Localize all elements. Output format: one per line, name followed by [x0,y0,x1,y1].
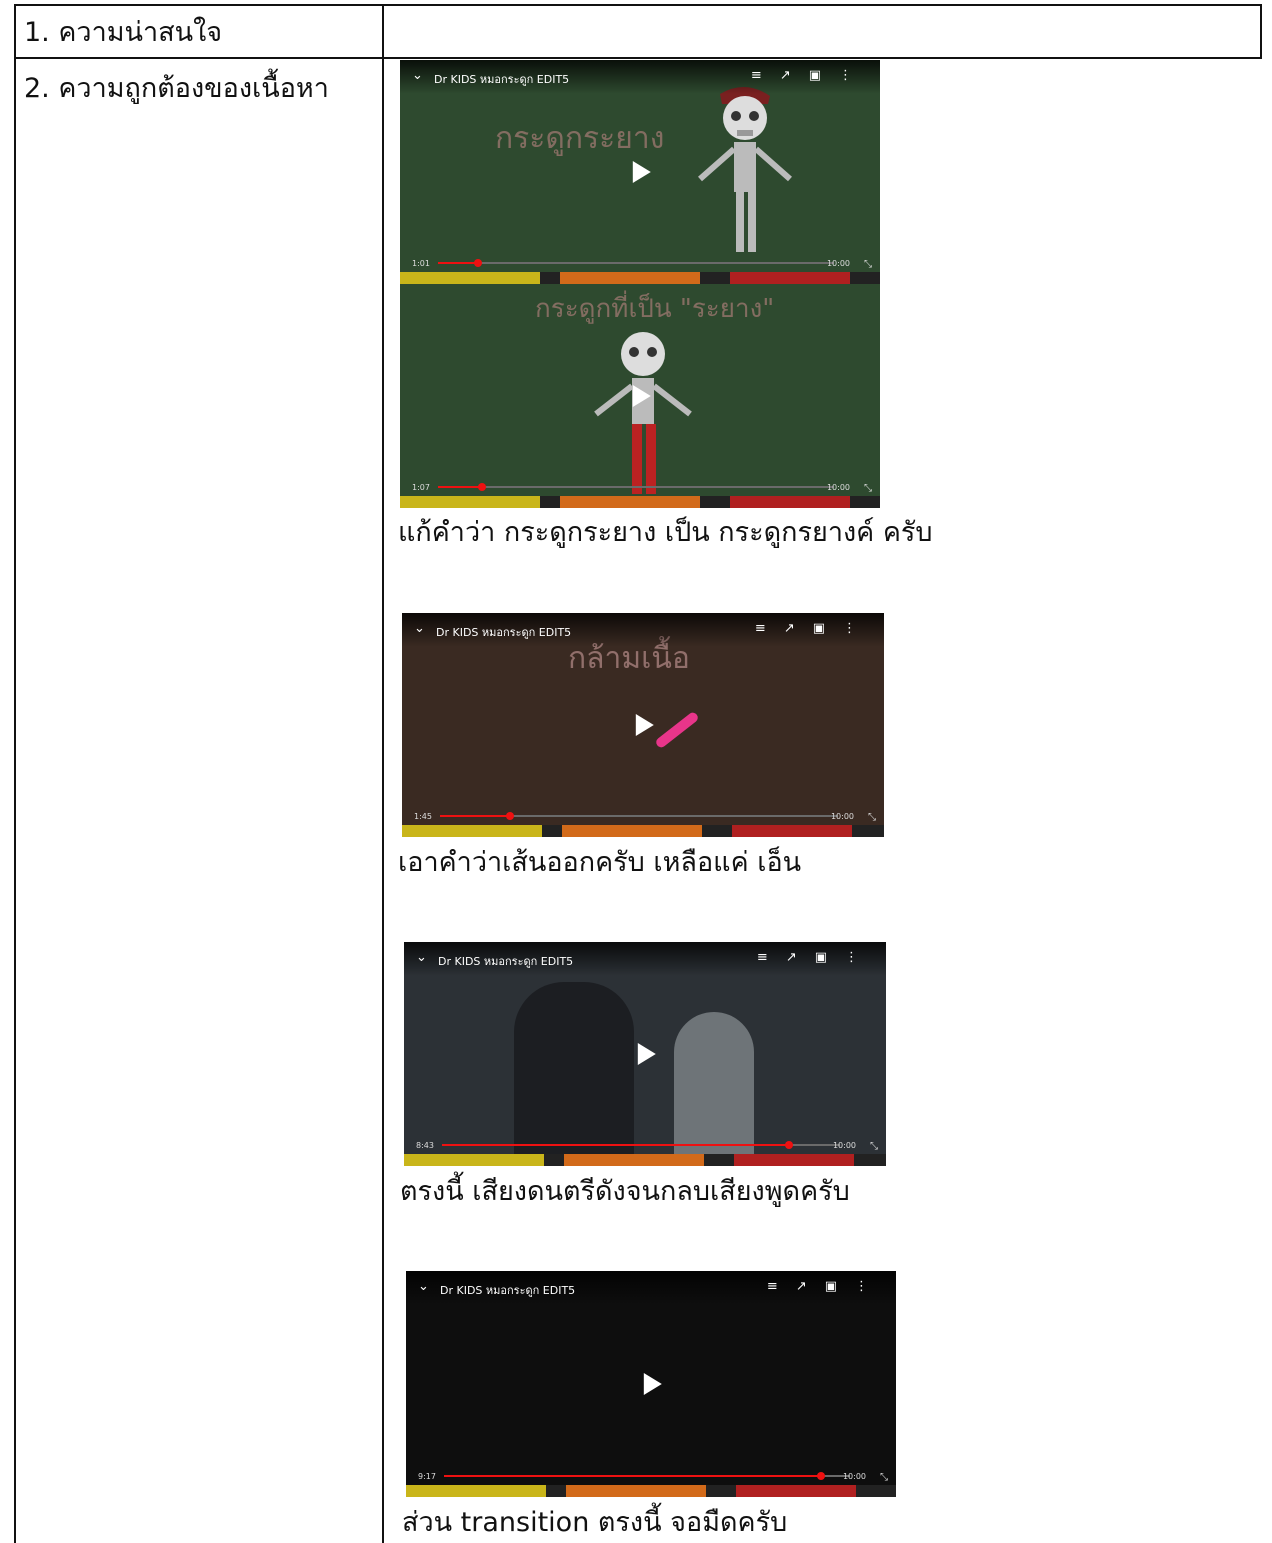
video-toolbar-icons[interactable]: ≡↗▣⋮ [757,950,876,965]
chevron-down-icon[interactable]: ⌄ [414,621,425,636]
scrubber-handle[interactable] [785,1141,794,1149]
video-title: Dr KIDS หมอกระดูก EDIT5 [438,955,574,968]
child-figure [674,1012,754,1162]
table-left-border [14,4,16,1543]
play-icon[interactable] [632,161,651,183]
play-icon[interactable] [637,1043,656,1065]
scrubber-handle[interactable] [505,812,514,820]
duration: 10:00 [826,259,850,268]
progress-bar[interactable] [442,1141,840,1149]
scrubber-handle[interactable] [477,483,486,491]
video-overlay-text: กระดูกระยาง [495,121,665,156]
skeleton-illustration [698,86,792,252]
video-toolbar-icons[interactable]: ≡↗▣⋮ [767,1279,886,1294]
video-player[interactable]: ⌄ Dr KIDS หมอกระดูก EDIT5 ≡↗▣⋮ 8:43 10:0… [404,942,886,1166]
video-toolbar-icons[interactable]: ≡↗▣⋮ [751,68,870,83]
current-time: 9:17 [418,1472,436,1481]
current-time: 1:07 [412,483,430,492]
scrubber-handle[interactable] [473,259,482,267]
duration: 10:00 [832,1141,856,1150]
progress-bar[interactable] [438,259,834,267]
progress-fill [442,1144,790,1146]
video-overlay-text: กระดูกที่เป็น "ระยาง" [535,294,775,324]
chevron-down-icon[interactable]: ⌄ [416,950,427,965]
thumbnail-strip [402,825,884,837]
row-label-interest: 1. ความน่าสนใจ [24,17,223,48]
progress-bar[interactable] [438,483,834,491]
video-title: Dr KIDS หมอกระดูก EDIT5 [440,1284,576,1297]
video-title: Dr KIDS หมอกระดูก EDIT5 [436,626,572,639]
duration: 10:00 [826,483,850,492]
fullscreen-exit-icon[interactable]: ⤡ [880,1472,888,1483]
review-comment: แก้คำว่า กระดูกระยาง เป็น กระดูกรยางค์ ค… [398,517,933,548]
chevron-down-icon[interactable]: ⌄ [418,1279,429,1294]
duration: 10:00 [842,1472,866,1481]
video-player[interactable]: กล้ามเนื้อ ⌄ Dr KIDS หมอกระดูก EDIT5 ≡↗▣… [402,613,884,837]
review-comment: ส่วน transition ตรงนี้ จอมืดครับ [402,1507,788,1538]
highlight-mark [654,710,700,750]
progress-fill [440,815,510,817]
video-title: Dr KIDS หมอกระดูก EDIT5 [434,73,570,86]
fullscreen-exit-icon[interactable]: ⤡ [864,259,872,270]
play-icon[interactable] [635,714,654,736]
presenter-figure [514,982,634,1162]
review-comment: ตรงนี้ เสียงดนตรีดังจนกลบเสียงพูดครับ [400,1176,850,1207]
video-player[interactable]: ⌄ Dr KIDS หมอกระดูก EDIT5 ≡↗▣⋮ 9:17 10:0… [406,1271,896,1497]
column-divider [382,4,384,1543]
row-divider [14,57,1262,59]
fullscreen-exit-icon[interactable]: ⤡ [868,812,876,823]
thumbnail-strip [406,1485,896,1497]
current-time: 1:45 [414,812,432,821]
current-time: 1:01 [412,259,430,268]
video-player[interactable]: กระดูกที่เป็น "ระยาง" 1:07 10:00 ⤡ [400,284,880,508]
video-toolbar-icons[interactable]: ≡↗▣⋮ [755,621,874,636]
table-right-border [1260,4,1262,58]
chevron-down-icon[interactable]: ⌄ [412,68,423,83]
progress-bar[interactable] [440,812,838,820]
skeleton-illustration [594,332,692,494]
fullscreen-exit-icon[interactable]: ⤡ [870,1141,878,1152]
progress-fill [438,262,478,264]
review-document: 1. ความน่าสนใจ 2. ความถูกต้องของเนื้อหา … [0,0,1272,1543]
progress-bar[interactable] [444,1472,850,1480]
play-icon[interactable] [632,385,651,407]
review-comment: เอาคำว่าเส้นออกครับ เหลือแค่ เอ็น [398,847,802,878]
scrubber-handle[interactable] [816,1472,825,1480]
thumbnail-strip [400,496,880,508]
play-icon[interactable] [643,1373,662,1395]
progress-fill [438,486,482,488]
duration: 10:00 [830,812,854,821]
fullscreen-exit-icon[interactable]: ⤡ [864,483,872,494]
thumbnail-strip [400,272,880,284]
current-time: 8:43 [416,1141,434,1150]
progress-fill [444,1475,821,1477]
video-player[interactable]: กระดูกระยาง ⌄ Dr KIDS หมอกระดูก EDIT5 ≡↗… [400,60,880,284]
row-label-accuracy: 2. ความถูกต้องของเนื้อหา [24,73,329,104]
table-top-border [14,4,1262,6]
thumbnail-strip [404,1154,886,1166]
